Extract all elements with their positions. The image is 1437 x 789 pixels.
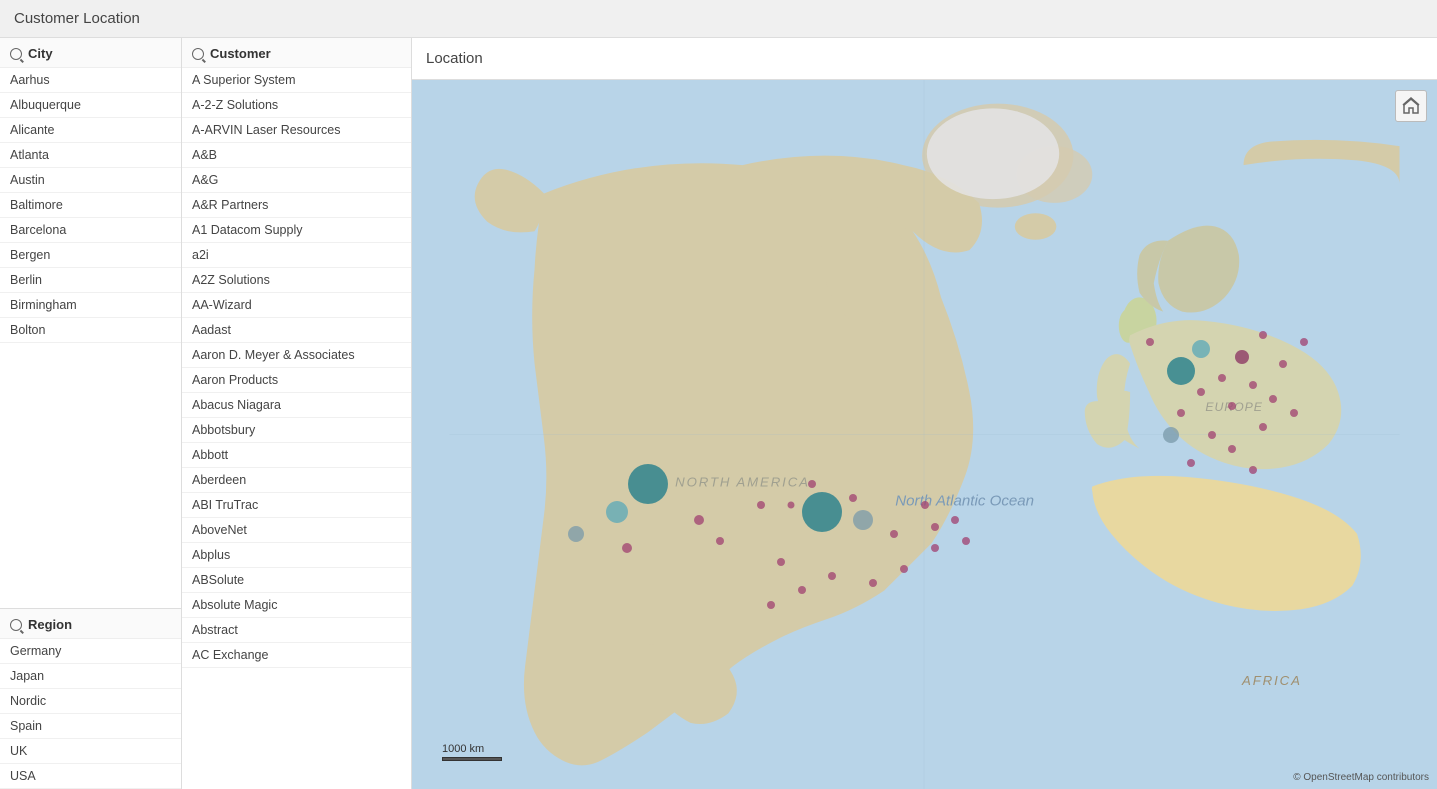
customer-label: Customer xyxy=(210,46,271,61)
region-item[interactable]: Spain xyxy=(0,714,181,739)
customer-item[interactable]: A-2-Z Solutions xyxy=(182,93,411,118)
europe-label: EUROPE xyxy=(1205,400,1262,414)
left-panel: City AarhusAlbuquerqueAlicanteAtlantaAus… xyxy=(0,38,182,789)
main-layout: City AarhusAlbuquerqueAlicanteAtlantaAus… xyxy=(0,38,1437,789)
scale-bar: 1000 km xyxy=(442,743,502,761)
region-label: Region xyxy=(28,617,72,632)
app-title: Customer Location xyxy=(14,10,140,27)
scale-label: 1000 km xyxy=(442,743,484,755)
city-item[interactable]: Birmingham xyxy=(0,293,181,318)
scale-line xyxy=(442,757,502,761)
city-section-header: City xyxy=(0,38,181,68)
home-button[interactable] xyxy=(1395,90,1427,122)
customer-item[interactable]: Abbott xyxy=(182,443,411,468)
customer-item[interactable]: A&B xyxy=(182,143,411,168)
region-item[interactable]: Japan xyxy=(0,664,181,689)
customer-item[interactable]: Aaron Products xyxy=(182,368,411,393)
ocean-label: North Atlantic Ocean xyxy=(895,492,1034,509)
customer-item[interactable]: Aaron D. Meyer & Associates xyxy=(182,343,411,368)
city-item[interactable]: Baltimore xyxy=(0,193,181,218)
city-item[interactable]: Albuquerque xyxy=(0,93,181,118)
region-section: Region GermanyJapanNordicSpainUKUSA xyxy=(0,609,181,789)
customer-item[interactable]: AboveNet xyxy=(182,518,411,543)
map-container[interactable]: North Atlantic Ocean NORTH AMERICA EUROP… xyxy=(412,80,1437,789)
city-item[interactable]: Berlin xyxy=(0,268,181,293)
city-item[interactable]: Austin xyxy=(0,168,181,193)
map-title: Location xyxy=(426,50,483,67)
north-america-label: NORTH AMERICA xyxy=(675,474,810,489)
scale-bar-line xyxy=(442,757,502,761)
city-label: City xyxy=(28,46,53,61)
customer-item[interactable]: Abacus Niagara xyxy=(182,393,411,418)
region-item[interactable]: Germany xyxy=(0,639,181,664)
city-list-container[interactable]: AarhusAlbuquerqueAlicanteAtlantaAustinBa… xyxy=(0,68,181,609)
customer-item[interactable]: A&G xyxy=(182,168,411,193)
customer-item[interactable]: Abplus xyxy=(182,543,411,568)
region-item[interactable]: USA xyxy=(0,764,181,789)
customer-item[interactable]: Absolute Magic xyxy=(182,593,411,618)
customer-item[interactable]: A Superior System xyxy=(182,68,411,93)
customer-item[interactable]: ABSolute xyxy=(182,568,411,593)
city-item[interactable]: Bergen xyxy=(0,243,181,268)
customer-item[interactable]: a2i xyxy=(182,243,411,268)
africa-label: AFRICA xyxy=(1241,673,1302,688)
region-section-header: Region xyxy=(0,609,181,639)
city-item[interactable]: Bolton xyxy=(0,318,181,343)
city-item[interactable]: Atlanta xyxy=(0,143,181,168)
city-search-icon xyxy=(10,48,22,60)
app-header: Customer Location xyxy=(0,0,1437,38)
customer-item[interactable]: A2Z Solutions xyxy=(182,268,411,293)
customer-item[interactable]: Abstract xyxy=(182,618,411,643)
customer-item[interactable]: Aadast xyxy=(182,318,411,343)
region-item[interactable]: UK xyxy=(0,739,181,764)
customer-search-icon xyxy=(192,48,204,60)
customer-item[interactable]: ABI TruTrac xyxy=(182,493,411,518)
customer-item[interactable]: A1 Datacom Supply xyxy=(182,218,411,243)
region-item[interactable]: Nordic xyxy=(0,689,181,714)
customer-item[interactable]: Abbotsbury xyxy=(182,418,411,443)
customer-item[interactable]: A-ARVIN Laser Resources xyxy=(182,118,411,143)
customer-item[interactable]: Aberdeen xyxy=(182,468,411,493)
region-search-icon xyxy=(10,619,22,631)
city-item[interactable]: Alicante xyxy=(0,118,181,143)
home-icon xyxy=(1402,97,1420,115)
attribution-text: © OpenStreetMap contributors xyxy=(1293,772,1429,783)
customer-item[interactable]: A&R Partners xyxy=(182,193,411,218)
map-svg: North Atlantic Ocean NORTH AMERICA EUROP… xyxy=(412,80,1437,789)
region-list[interactable]: GermanyJapanNordicSpainUKUSA xyxy=(0,639,181,789)
city-item[interactable]: Aarhus xyxy=(0,68,181,93)
customer-list-container[interactable]: A Superior SystemA-2-Z SolutionsA-ARVIN … xyxy=(182,68,411,789)
map-panel: Location xyxy=(412,38,1437,789)
customer-section-header: Customer xyxy=(182,38,411,68)
customer-item[interactable]: AC Exchange xyxy=(182,643,411,668)
map-header: Location xyxy=(412,38,1437,80)
attribution: © OpenStreetMap contributors xyxy=(1293,772,1429,783)
customer-item[interactable]: AA-Wizard xyxy=(182,293,411,318)
middle-panel: Customer A Superior SystemA-2-Z Solution… xyxy=(182,38,412,789)
city-item[interactable]: Barcelona xyxy=(0,218,181,243)
